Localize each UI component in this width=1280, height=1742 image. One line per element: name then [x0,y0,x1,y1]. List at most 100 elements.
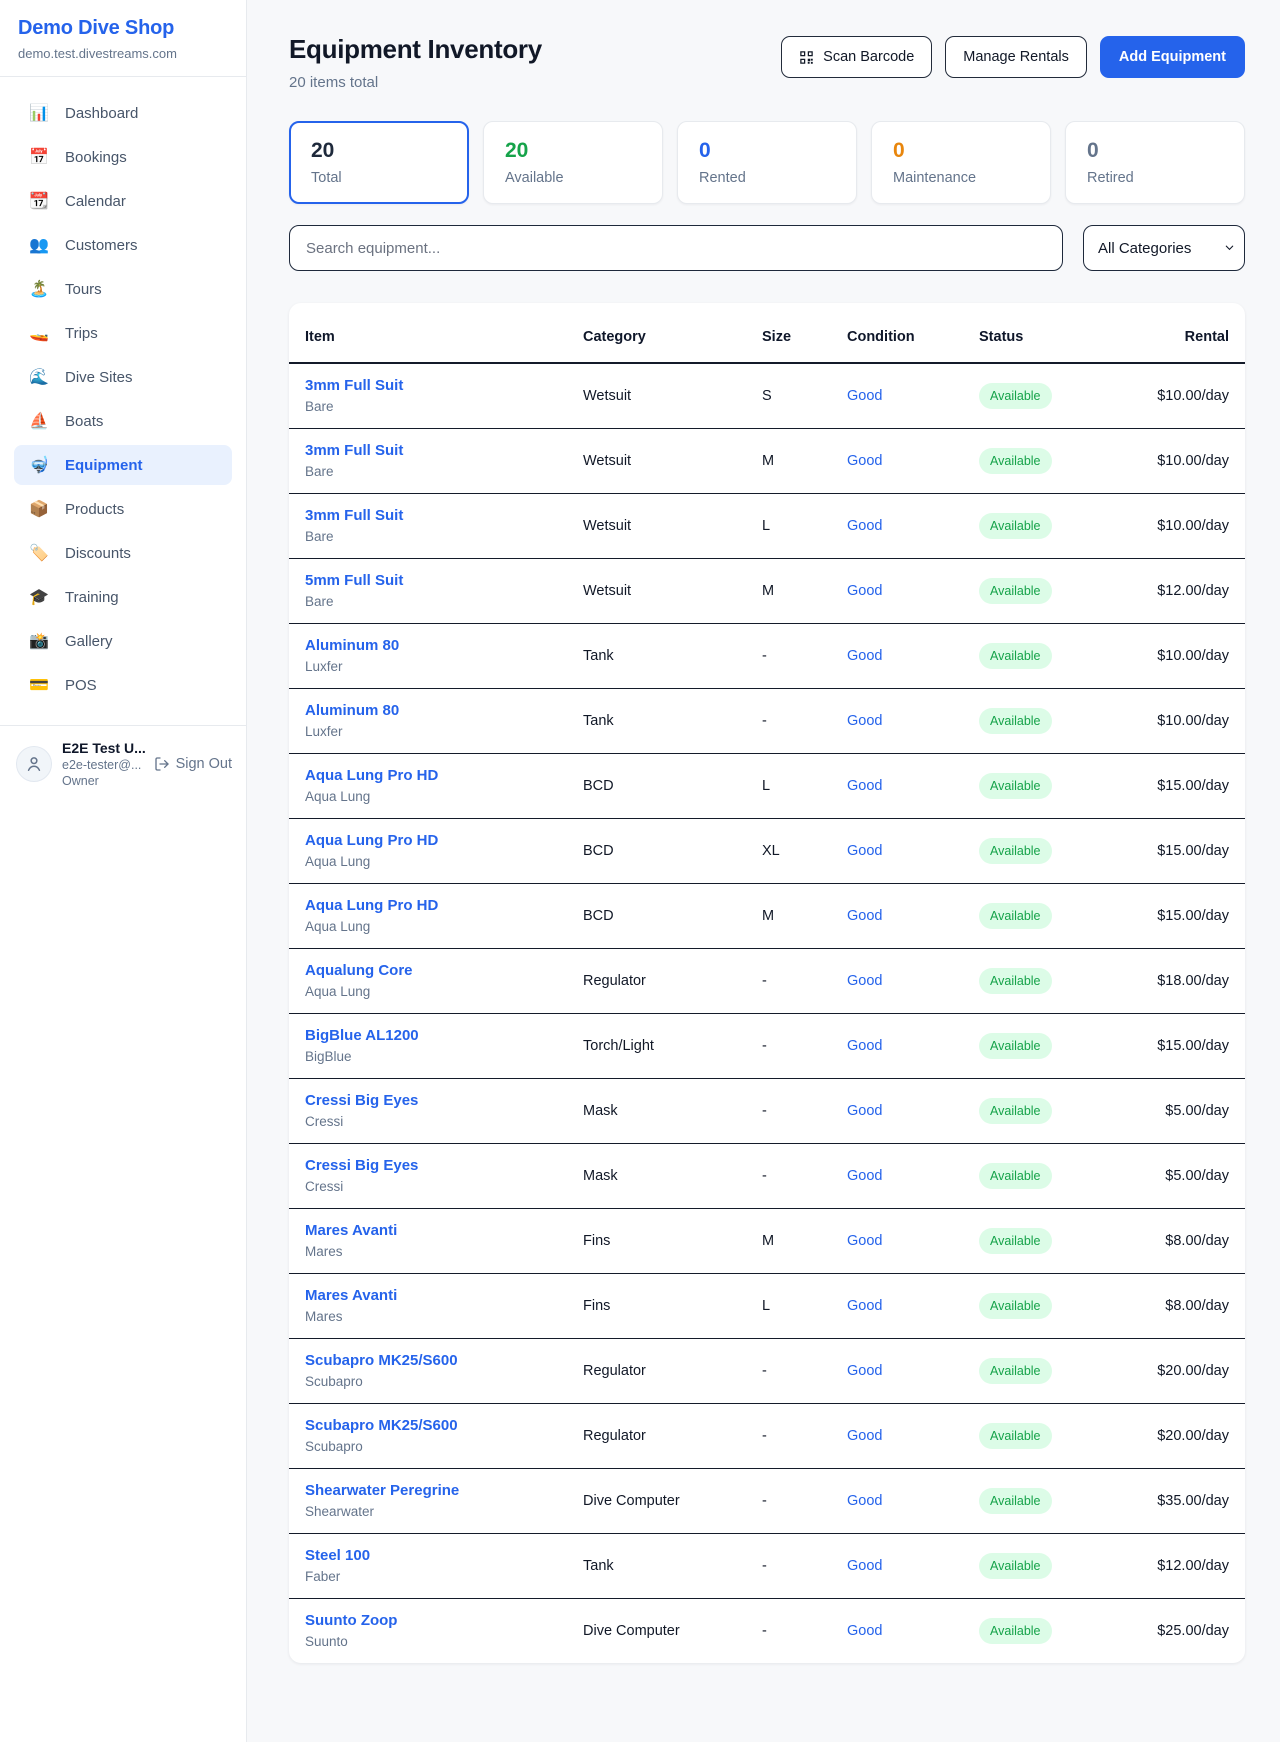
item-brand: BigBlue [305,1049,583,1064]
sidebar-item-dashboard[interactable]: 📊Dashboard [14,93,232,133]
sidebar-item-dive-sites[interactable]: 🌊Dive Sites [14,357,232,397]
item-name-link[interactable]: Scubapro MK25/S600 [305,1417,583,1434]
manage-rentals-button[interactable]: Manage Rentals [945,36,1087,78]
condition-link[interactable]: Good [847,1168,882,1184]
item-name-link[interactable]: Aqua Lung Pro HD [305,897,583,914]
item-cell: Aqua Lung Pro HD Aqua Lung [289,818,583,883]
condition-link[interactable]: Good [847,1493,882,1509]
column-header-category: Category [583,303,762,363]
size-cell: - [762,1338,847,1403]
condition-link[interactable]: Good [847,1298,882,1314]
condition-link[interactable]: Good [847,1363,882,1379]
sidebar-item-customers[interactable]: 👥Customers [14,225,232,265]
sidebar-item-trips[interactable]: 🚤 Trips [14,313,232,353]
sidebar-item-boats[interactable]: ⛵Boats [14,401,232,441]
sidebar: Demo Dive Shop demo.test.divestreams.com… [0,0,247,1742]
item-name-link[interactable]: 3mm Full Suit [305,442,583,459]
filter-row: All Categories [289,225,1245,271]
stat-card-maintenance[interactable]: 0Maintenance [871,121,1051,204]
wave-icon: 🌊 [28,367,50,387]
item-brand: Aqua Lung [305,854,583,869]
condition-link[interactable]: Good [847,1038,882,1054]
status-cell: Available [979,493,1110,558]
stat-card-total[interactable]: 20Total [289,121,469,204]
item-name-link[interactable]: Cressi Big Eyes [305,1157,583,1174]
brand-title[interactable]: Demo Dive Shop [18,17,228,40]
item-name-link[interactable]: 3mm Full Suit [305,507,583,524]
item-cell: 3mm Full SuitBare [289,363,583,428]
rental-rate-cell: $20.00/day [1110,1403,1245,1468]
stat-card-rented[interactable]: 0Rented [677,121,857,204]
condition-link[interactable]: Good [847,908,882,924]
item-name-link[interactable]: 3mm Full Suit [305,377,583,394]
item-name-link[interactable]: Aluminum 80 [305,637,583,654]
page-header-text: Equipment Inventory 20 items total [289,34,542,91]
item-name-link[interactable]: Aqua Lung Pro HD [305,767,583,784]
sign-out-button[interactable]: Sign Out [154,756,232,772]
category-select[interactable]: All Categories [1083,225,1245,271]
condition-link[interactable]: Good [847,1428,882,1444]
condition-link[interactable]: Good [847,648,882,664]
table-row: Aqua Lung Pro HDAqua LungBCDLGoodAvailab… [289,753,1245,818]
stat-value: 20 [311,139,447,163]
stat-card-retired[interactable]: 0Retired [1065,121,1245,204]
sidebar-item-products[interactable]: 📦Products [14,489,232,529]
size-cell: XL [762,818,847,883]
item-name-link[interactable]: Shearwater Peregrine [305,1482,583,1499]
condition-link[interactable]: Good [847,1103,882,1119]
item-name-link[interactable]: Steel 100 [305,1547,583,1564]
condition-link[interactable]: Good [847,843,882,859]
item-name-link[interactable]: Suunto Zoop [305,1612,583,1629]
item-name-link[interactable]: Scubapro MK25/S600 [305,1352,583,1369]
scan-barcode-label: Scan Barcode [823,49,914,65]
condition-link[interactable]: Good [847,973,882,989]
sidebar-item-discounts[interactable]: 🏷️Discounts [14,533,232,573]
scan-barcode-button[interactable]: Scan Barcode [781,36,932,78]
condition-link[interactable]: Good [847,388,882,404]
category-cell: Tank [583,1533,762,1598]
size-cell: L [762,493,847,558]
condition-link[interactable]: Good [847,453,882,469]
speedboat-icon: 🚤 [28,323,50,343]
table-row: Mares AvantiMaresFinsMGoodAvailable$8.00… [289,1208,1245,1273]
sidebar-item-label: Dashboard [65,105,138,122]
status-cell: Available [979,558,1110,623]
sidebar-item-tours[interactable]: 🏝️Tours [14,269,232,309]
search-input[interactable] [289,225,1063,271]
condition-link[interactable]: Good [847,778,882,794]
stat-card-available[interactable]: 20Available [483,121,663,204]
status-badge: Available [979,1098,1052,1124]
sidebar-item-equipment[interactable]: 🤿Equipment [14,445,232,485]
condition-link[interactable]: Good [847,713,882,729]
item-name-link[interactable]: Mares Avanti [305,1287,583,1304]
sidebar-item-training[interactable]: 🎓Training [14,577,232,617]
sidebar-item-gallery[interactable]: 📸Gallery [14,621,232,661]
add-equipment-button[interactable]: Add Equipment [1100,36,1245,78]
condition-link[interactable]: Good [847,518,882,534]
item-name-link[interactable]: Aqualung Core [305,962,583,979]
item-name-link[interactable]: Aqua Lung Pro HD [305,832,583,849]
sidebar-item-bookings[interactable]: 📅Bookings [14,137,232,177]
sailboat-icon: ⛵ [28,411,50,431]
sidebar-item-label: Trips [65,325,98,342]
item-brand: Mares [305,1309,583,1324]
user-email: e2e-tester@... [62,758,144,772]
table-row: Aluminum 80LuxferTank-GoodAvailable$10.0… [289,623,1245,688]
condition-link[interactable]: Good [847,1623,882,1639]
sidebar-item-calendar[interactable]: 📆Calendar [14,181,232,221]
item-brand: Aqua Lung [305,789,583,804]
item-name-link[interactable]: Cressi Big Eyes [305,1092,583,1109]
status-cell: Available [979,1208,1110,1273]
item-name-link[interactable]: BigBlue AL1200 [305,1027,583,1044]
condition-link[interactable]: Good [847,583,882,599]
size-cell: - [762,688,847,753]
category-cell: Mask [583,1078,762,1143]
condition-link[interactable]: Good [847,1558,882,1574]
rental-rate-cell: $10.00/day [1110,363,1245,428]
item-name-link[interactable]: Aluminum 80 [305,702,583,719]
sidebar-item-pos[interactable]: 💳POS [14,665,232,705]
condition-link[interactable]: Good [847,1233,882,1249]
item-name-link[interactable]: 5mm Full Suit [305,572,583,589]
item-name-link[interactable]: Mares Avanti [305,1222,583,1239]
condition-cell: Good [847,1273,979,1338]
